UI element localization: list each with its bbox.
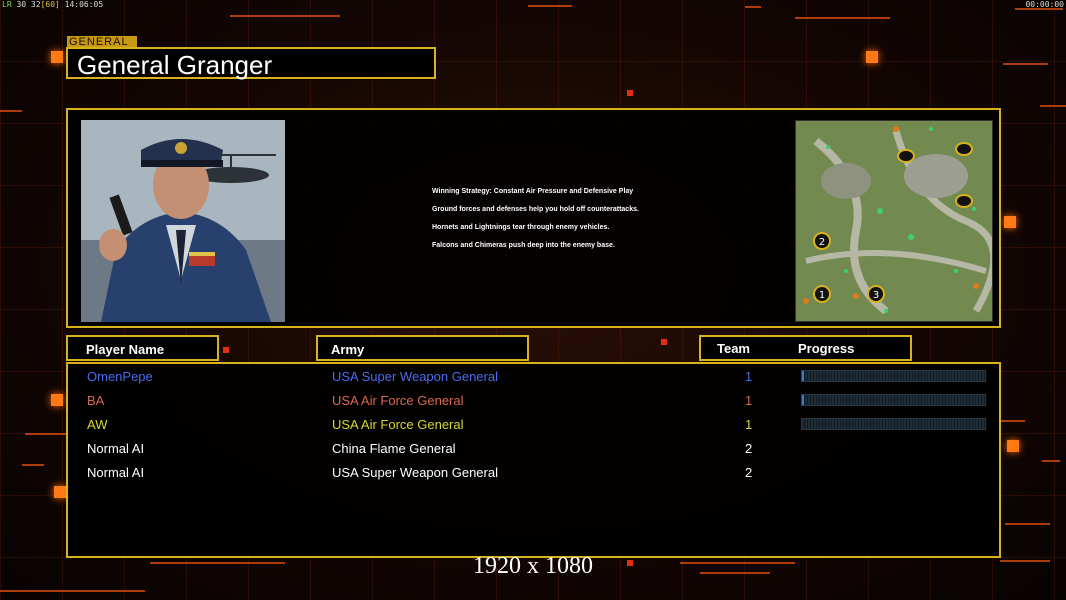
header-player-name[interactable]: Player Name [66, 335, 219, 361]
deco-line [1003, 63, 1048, 65]
progress-bar [801, 418, 986, 430]
deco-square [1007, 440, 1019, 452]
player-team: 2 [745, 441, 753, 456]
portrait-image [81, 120, 285, 322]
general-info-panel: Winning Strategy: Constant Air Pressure … [66, 108, 1001, 328]
player-row[interactable]: Normal AI USA Super Weapon General 2 [68, 462, 999, 486]
deco-line [0, 110, 22, 112]
player-name: OmenPepe [87, 369, 153, 384]
fps-counter: LR 30 32[60] 14:06:05 [2, 0, 103, 9]
player-name: AW [87, 417, 108, 432]
deco-dot [223, 347, 229, 353]
player-row[interactable]: BA USA Air Force General 1 [68, 390, 999, 414]
player-name: Normal AI [87, 465, 145, 480]
deco-dot [661, 339, 667, 345]
progress-bar [801, 394, 986, 406]
title-box: General Granger [66, 47, 436, 80]
progress-fill [802, 371, 805, 381]
general-name: General Granger [77, 50, 273, 80]
player-list: OmenPepe USA Super Weapon General 1 BA USA A… [66, 362, 1001, 558]
deco-line [795, 17, 890, 19]
deco-line [1042, 460, 1060, 462]
player-team: 1 [745, 417, 753, 432]
deco-square [54, 486, 66, 498]
start-label: 3 [873, 290, 879, 301]
deco-line [22, 464, 44, 466]
header-label: Player Name [86, 342, 165, 357]
deco-dot [627, 90, 633, 96]
strategy-line: Falcons and Chimeras push deep into the … [432, 242, 615, 249]
strategy-text: Winning Strategy: Constant Air Pressure … [432, 188, 639, 260]
header-label: Army [331, 342, 365, 357]
player-team: 1 [745, 369, 753, 384]
header-army[interactable]: Army [316, 335, 529, 361]
deco-square [51, 394, 63, 406]
header-team: Team [717, 341, 750, 356]
deco-line [230, 15, 340, 17]
header-team-progress[interactable]: Team Progress [699, 335, 912, 361]
player-army: USA Super Weapon General [332, 369, 498, 384]
player-team: 2 [745, 465, 753, 480]
deco-line [1040, 105, 1066, 107]
start-label: 1 [819, 290, 825, 301]
player-row[interactable]: OmenPepe USA Super Weapon General 1 [68, 366, 999, 390]
player-name: BA [87, 393, 105, 408]
deco-line [25, 433, 67, 435]
fps-values: 30 32 [16, 0, 41, 9]
minimap: 2 1 3 [795, 120, 993, 322]
player-army: USA Air Force General [332, 393, 464, 408]
game-timer: 00:00:00 [1025, 0, 1064, 9]
player-army: USA Super Weapon General [332, 465, 498, 480]
clock: 14:06:05 [64, 0, 104, 9]
deco-line [528, 5, 572, 7]
strategy-line: Ground forces and defenses help you hold… [432, 206, 639, 213]
player-army: USA Air Force General [332, 417, 464, 432]
progress-bar [801, 370, 986, 382]
fps-prefix: LR [2, 0, 12, 9]
player-row[interactable]: AW USA Air Force General 1 [68, 414, 999, 438]
player-army: China Flame General [332, 441, 456, 456]
progress-fill [802, 395, 805, 405]
deco-square [866, 51, 878, 63]
strategy-line: Winning Strategy: Constant Air Pressure … [432, 188, 634, 195]
start-markers: 2 1 3 [813, 232, 885, 303]
player-row[interactable]: Normal AI China Flame General 2 [68, 438, 999, 462]
start-label: 2 [819, 237, 825, 248]
general-portrait [81, 120, 285, 322]
deco-line [0, 590, 145, 592]
strategy-line: Hornets and Lightnings tear through enem… [432, 224, 610, 231]
player-name: Normal AI [87, 441, 145, 456]
header-progress: Progress [798, 341, 855, 356]
deco-line [1005, 523, 1050, 525]
player-team: 1 [745, 393, 753, 408]
deco-line [745, 6, 761, 8]
deco-square [1004, 216, 1016, 228]
fps-cap: [60] [40, 0, 60, 9]
resolution-label: 1920 x 1080 [473, 553, 593, 579]
deco-square [51, 51, 63, 63]
